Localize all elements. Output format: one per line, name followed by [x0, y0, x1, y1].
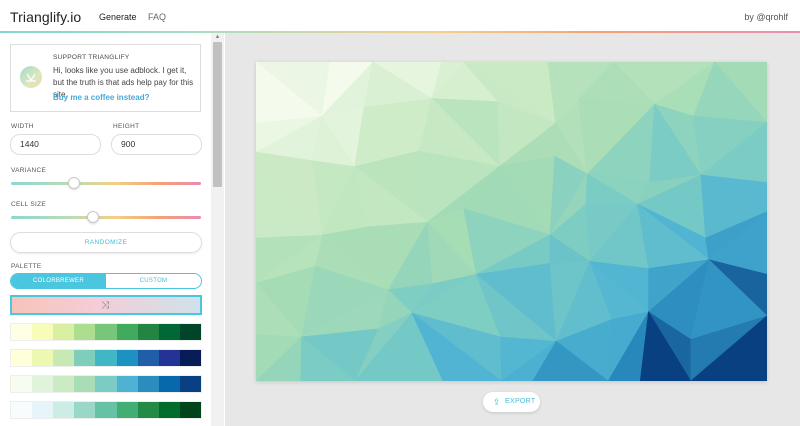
palette-option[interactable]: [10, 349, 202, 367]
palette-swatch: [32, 402, 54, 418]
selected-palette[interactable]: ⤨: [10, 295, 202, 315]
palette-swatch: [74, 350, 96, 366]
palette-swatch: [95, 402, 117, 418]
palette-option[interactable]: [10, 375, 202, 393]
palette-swatch: [95, 324, 117, 340]
palette-swatch: [116, 350, 138, 366]
randomize-button[interactable]: RANDOMIZE: [10, 232, 202, 253]
palette-swatch: [137, 350, 159, 366]
variance-slider[interactable]: [11, 182, 201, 185]
palette-option[interactable]: [10, 323, 202, 341]
tab-colorbrewer[interactable]: COLORBREWER: [11, 274, 106, 288]
palette-swatch: [116, 402, 138, 418]
palette-swatch: [179, 376, 201, 392]
sidebar-scroll-thumb[interactable]: [213, 42, 222, 187]
variance-slider-handle[interactable]: [67, 177, 80, 189]
palette-swatch: [53, 376, 75, 392]
palette-swatch: [158, 324, 180, 340]
palette-swatch: [11, 376, 33, 392]
palette-swatch: [137, 376, 159, 392]
palette-swatch: [11, 402, 33, 418]
scroll-up-icon[interactable]: ▲: [213, 34, 222, 41]
preview-area: ⇪ EXPORT: [225, 33, 800, 426]
palette-swatch: [95, 350, 117, 366]
app-logo[interactable]: Trianglify.io: [10, 9, 81, 25]
sidebar: SUPPORT TRIANGLIFY Hi, looks like you us…: [0, 33, 224, 426]
trianglify-preview: [256, 62, 767, 381]
palette-swatch: [179, 350, 201, 366]
palette-option[interactable]: [10, 401, 202, 419]
nav-generate[interactable]: Generate: [99, 12, 137, 22]
palette-swatch: [53, 350, 75, 366]
variance-label: VARIANCE: [11, 167, 47, 174]
coffee-icon: [20, 66, 42, 88]
app-header: Trianglify.io Generate FAQ by @qrohlf: [0, 0, 800, 33]
export-icon: ⇪: [493, 397, 501, 407]
palette-swatch: [158, 376, 180, 392]
palette-swatch: [116, 324, 138, 340]
palette-swatch: [95, 376, 117, 392]
palette-swatch: [137, 324, 159, 340]
palette-swatch: [158, 402, 180, 418]
palette-swatch: [53, 402, 75, 418]
palette-swatch: [11, 324, 33, 340]
palette-swatch: [179, 402, 201, 418]
export-label: EXPORT: [505, 398, 536, 405]
height-label: HEIGHT: [113, 123, 140, 130]
support-box: SUPPORT TRIANGLIFY Hi, looks like you us…: [10, 44, 201, 112]
palette-swatch: [179, 324, 201, 340]
palette-swatch: [11, 350, 33, 366]
palette-swatch: [32, 376, 54, 392]
palette-swatch: [32, 324, 54, 340]
cell-size-slider[interactable]: [11, 216, 201, 219]
shuffle-icon[interactable]: ⤨: [101, 300, 109, 311]
cell-size-label: CELL SIZE: [11, 201, 46, 208]
palette-label: PALETTE: [11, 263, 42, 270]
buy-coffee-link[interactable]: Buy me a coffee instead?: [53, 93, 149, 102]
nav-faq[interactable]: FAQ: [148, 12, 166, 22]
cell-size-slider-handle[interactable]: [86, 211, 99, 223]
support-title: SUPPORT TRIANGLIFY: [53, 54, 130, 61]
palette-swatch: [158, 350, 180, 366]
width-input[interactable]: 1440: [10, 134, 101, 155]
palette-swatch: [137, 402, 159, 418]
palette-swatch: [116, 376, 138, 392]
export-button[interactable]: ⇪ EXPORT: [483, 392, 540, 412]
palette-swatch: [74, 402, 96, 418]
palette-source-toggle: COLORBREWER CUSTOM: [10, 273, 202, 289]
height-input[interactable]: 900: [111, 134, 202, 155]
palette-swatch: [74, 324, 96, 340]
palette-swatch: [53, 324, 75, 340]
tab-custom[interactable]: CUSTOM: [106, 274, 201, 288]
width-label: WIDTH: [11, 123, 34, 130]
palette-swatch: [74, 376, 96, 392]
author-byline[interactable]: by @qrohlf: [744, 12, 788, 22]
palette-swatch: [32, 350, 54, 366]
